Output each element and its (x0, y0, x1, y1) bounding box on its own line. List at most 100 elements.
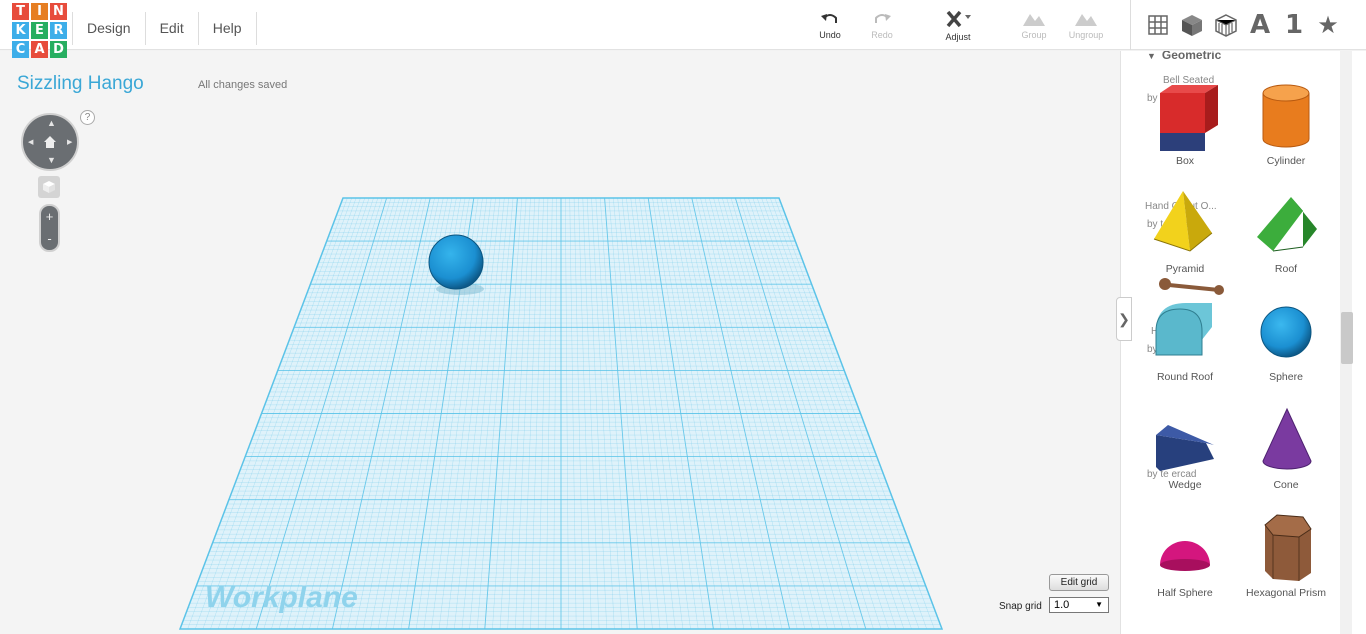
shapes-panel: ▼Geometric Bell Seatedby te ercadHand G … (1120, 51, 1366, 634)
text-tool-button[interactable]: A (1243, 8, 1277, 42)
cube-icon (43, 181, 55, 193)
view-tools: A 1 ★ (1130, 0, 1345, 50)
design-title[interactable]: Sizzling Hango (17, 73, 144, 95)
logo-letter: T (12, 3, 29, 20)
grid-icon (1148, 15, 1168, 35)
save-status: All changes saved (198, 79, 288, 91)
star-icon: ★ (1317, 11, 1339, 39)
logo-letter: K (12, 22, 29, 39)
collapse-triangle-icon: ▼ (1147, 51, 1156, 61)
shape-roof[interactable]: Roof (1236, 189, 1336, 275)
roof-icon (1257, 197, 1317, 252)
tinkercad-logo[interactable]: TIN KER CAD (12, 3, 67, 58)
logo-letter: I (31, 3, 48, 20)
edit-grid-button[interactable]: Edit grid (1049, 574, 1109, 591)
panel-collapse-button[interactable]: ❯ (1116, 297, 1132, 341)
chevron-down-icon: ▼ (1095, 600, 1103, 609)
adjust-icon (946, 10, 971, 28)
text-tool-label: A (1249, 10, 1271, 40)
logo-letter: E (31, 22, 48, 39)
shape-wedge[interactable]: Wedge (1135, 405, 1235, 491)
undo-label: Undo (819, 30, 841, 40)
shape-label: Sphere (1269, 371, 1303, 383)
adjust-button[interactable]: Adjust (933, 10, 983, 42)
ungroup-icon (1075, 14, 1097, 26)
panel-scrollbar-thumb[interactable] (1341, 312, 1353, 364)
orbit-right-icon[interactable]: ▶ (67, 138, 72, 147)
design-canvas[interactable]: Workplane Sizzling Hango All changes sav… (0, 51, 1120, 634)
pyramid-icon (1153, 191, 1213, 252)
logo-letter: R (50, 22, 67, 39)
shape-hexagonal-prism[interactable]: Hexagonal Prism (1236, 513, 1336, 599)
shape-label: Cylinder (1266, 155, 1306, 167)
menu-design[interactable]: Design (72, 12, 146, 45)
main-menu: Design Edit Help (72, 12, 257, 45)
grid-view-button[interactable] (1141, 8, 1175, 42)
shape-box[interactable]: Box (1135, 81, 1235, 167)
undo-icon (821, 14, 837, 23)
shape-label: Roof (1274, 263, 1298, 275)
workplane[interactable]: Workplane (0, 51, 1120, 634)
adjust-label: Adjust (945, 32, 971, 42)
group-icon (1023, 14, 1045, 26)
hole-box-button[interactable] (1209, 8, 1243, 42)
redo-label: Redo (871, 30, 893, 40)
orbit-up-icon[interactable]: ▲ (47, 119, 56, 128)
logo-letter: A (31, 41, 48, 58)
wedge-icon (1156, 425, 1214, 471)
zoom-control: + - (39, 204, 60, 252)
round-roof-icon (1155, 303, 1212, 356)
shape-label: Cone (1273, 479, 1299, 491)
view-cube-button[interactable] (38, 176, 60, 198)
shape-label: Pyramid (1165, 263, 1205, 275)
help-icon[interactable]: ? (80, 110, 95, 125)
shape-round-roof[interactable]: Round Roof (1135, 297, 1235, 383)
menu-help[interactable]: Help (199, 12, 257, 45)
shape-half-sphere[interactable]: Half Sphere (1135, 513, 1235, 599)
orbit-left-icon[interactable]: ◀ (28, 138, 33, 147)
zoom-in-button[interactable]: + (41, 206, 58, 228)
redo-button[interactable]: Redo (857, 10, 907, 40)
solid-box-button[interactable] (1175, 8, 1209, 42)
snap-grid-label: Snap grid (999, 601, 1042, 612)
number-tool-button[interactable]: 1 (1277, 8, 1311, 42)
undo-button[interactable]: Undo (805, 10, 855, 40)
shape-label: Wedge (1168, 479, 1202, 491)
hexagonal-prism-icon (1264, 514, 1312, 581)
featured-wrench-icon[interactable] (1157, 276, 1227, 305)
top-bar: TINKERCAD Design Edit Help Undo Redo Adj… (0, 0, 1366, 58)
snap-grid-select[interactable]: 1.0 ▼ (1049, 597, 1109, 613)
shape-label: Half Sphere (1157, 587, 1213, 599)
ungroup-label: Ungroup (1068, 30, 1104, 40)
logo-letter: D (50, 41, 67, 58)
favorites-button[interactable]: ★ (1311, 8, 1345, 42)
sphere-icon (1260, 306, 1312, 358)
sphere-object[interactable] (428, 234, 484, 290)
ungroup-button[interactable]: Ungroup (1061, 10, 1111, 40)
cylinder-icon (1262, 84, 1310, 148)
section-title: Geometric (1161, 51, 1222, 62)
menu-edit[interactable]: Edit (146, 12, 199, 45)
shape-cone[interactable]: Cone (1236, 405, 1336, 491)
shape-label: Box (1175, 155, 1195, 167)
shape-pyramid[interactable]: Pyramid (1135, 189, 1235, 275)
geometric-section-header[interactable]: ▼ Geometric (1147, 51, 1221, 62)
shape-label: Round Roof (1156, 371, 1214, 383)
orbit-control[interactable]: ▲ ▼ ◀ ▶ (21, 113, 79, 171)
number-tool-label: 1 (1284, 10, 1304, 40)
orbit-down-icon[interactable]: ▼ (47, 156, 56, 165)
logo-letter: N (50, 3, 67, 20)
hole-box-icon (1215, 14, 1237, 37)
group-label: Group (1021, 30, 1047, 40)
box-icon (1182, 15, 1202, 36)
zoom-out-button[interactable]: - (41, 228, 58, 250)
group-button[interactable]: Group (1009, 10, 1059, 40)
shape-sphere[interactable]: Sphere (1236, 297, 1336, 383)
box-icon (1160, 85, 1218, 151)
half-sphere-icon (1160, 541, 1210, 571)
shape-cylinder[interactable]: Cylinder (1236, 81, 1336, 167)
workplane-label: Workplane (205, 581, 358, 614)
home-icon[interactable] (43, 135, 57, 149)
cone-icon (1262, 407, 1312, 470)
redo-icon (875, 14, 891, 23)
